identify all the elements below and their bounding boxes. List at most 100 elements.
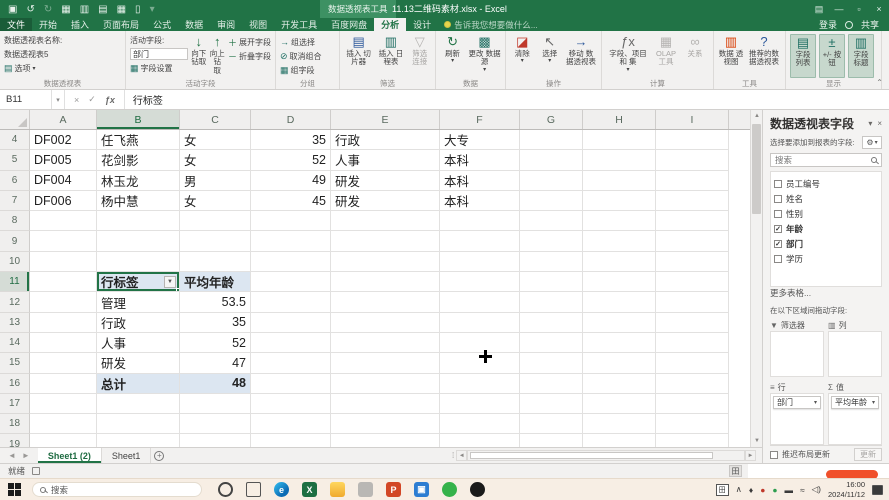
cell-G12[interactable] bbox=[520, 292, 583, 312]
cell-E4[interactable]: 行政 bbox=[331, 130, 440, 150]
cell-B19[interactable] bbox=[97, 434, 180, 447]
cortana-taskbar-icon[interactable] bbox=[218, 482, 233, 497]
pane-close-icon[interactable]: × bbox=[877, 119, 882, 128]
filter-connections-button[interactable]: ▽ 筛选 连接 bbox=[409, 34, 431, 78]
cell-I13[interactable] bbox=[656, 313, 729, 333]
cell-D15[interactable] bbox=[251, 353, 331, 373]
cell-A8[interactable] bbox=[30, 211, 97, 231]
cell-D10[interactable] bbox=[251, 252, 331, 272]
tab-分析[interactable]: 分析 bbox=[374, 18, 406, 31]
update-button[interactable]: 更新 bbox=[854, 448, 882, 461]
cell-G11[interactable] bbox=[520, 272, 583, 292]
row-header-11[interactable]: 11 bbox=[0, 272, 30, 292]
row-header-8[interactable]: 8 bbox=[0, 211, 30, 231]
cell-I8[interactable] bbox=[656, 211, 729, 231]
pane-options-icon[interactable]: ▾ bbox=[868, 119, 872, 128]
field-item-性别[interactable]: 性别 bbox=[774, 206, 879, 221]
cell-G18[interactable] bbox=[520, 414, 583, 434]
cell-H13[interactable] bbox=[583, 313, 656, 333]
ribbon-options-icon[interactable]: ▤ bbox=[809, 0, 829, 18]
cell-E13[interactable] bbox=[331, 313, 440, 333]
cell-G17[interactable] bbox=[520, 394, 583, 414]
cell-H16[interactable] bbox=[583, 374, 656, 394]
cell-F10[interactable] bbox=[440, 252, 520, 272]
clock[interactable]: 16:00 2024/11/12 bbox=[828, 480, 865, 499]
tray-app-icon[interactable]: ● bbox=[760, 485, 765, 495]
tab-开发工具[interactable]: 开发工具 bbox=[274, 18, 324, 31]
notification-center-icon[interactable] bbox=[872, 485, 883, 495]
cell-G16[interactable] bbox=[520, 374, 583, 394]
group-field-button[interactable]: ▦ 组字段 bbox=[280, 64, 322, 76]
cell-B4[interactable]: 任飞燕 bbox=[97, 130, 180, 150]
chat-taskbar-icon[interactable] bbox=[358, 482, 373, 497]
column-header-F[interactable]: F bbox=[440, 110, 520, 129]
field-item-姓名[interactable]: 姓名 bbox=[774, 191, 879, 206]
cell-B17[interactable] bbox=[97, 394, 180, 414]
clear-button[interactable]: ◪ 清除 ▾ bbox=[510, 34, 534, 78]
cell-D9[interactable] bbox=[251, 231, 331, 251]
row-header-17[interactable]: 17 bbox=[0, 394, 30, 414]
field-search-box[interactable] bbox=[770, 153, 882, 168]
cell-E18[interactable] bbox=[331, 414, 440, 434]
wechat-taskbar-icon[interactable] bbox=[442, 482, 457, 497]
tab-设计[interactable]: 设计 bbox=[406, 18, 438, 31]
values-zone[interactable]: Σ值 平均年龄 ▾ bbox=[828, 381, 882, 445]
field-list-toggle[interactable]: ▤ 字段 列表 bbox=[790, 34, 816, 78]
cell-E7[interactable]: 研发 bbox=[331, 191, 440, 211]
insert-slicer-button[interactable]: ▤ 插入 切片器 bbox=[344, 34, 373, 78]
cell-H4[interactable] bbox=[583, 130, 656, 150]
field-item-年龄[interactable]: ✓年龄 bbox=[774, 221, 879, 236]
cell-E8[interactable] bbox=[331, 211, 440, 231]
field-item-员工编号[interactable]: 员工编号 bbox=[774, 176, 879, 191]
field-settings-button[interactable]: ▦ 字段设置 bbox=[130, 62, 188, 74]
tools-dropdown[interactable]: ⚙ ▾ bbox=[862, 136, 882, 149]
cell-A6[interactable]: DF004 bbox=[30, 171, 97, 191]
cell-I10[interactable] bbox=[656, 252, 729, 272]
plus-minus-buttons-toggle[interactable]: ± +/- 按钮 bbox=[819, 34, 845, 78]
tab-开始[interactable]: 开始 bbox=[32, 18, 64, 31]
restore-button[interactable]: ▫ bbox=[849, 0, 869, 18]
cell-E5[interactable]: 人事 bbox=[331, 150, 440, 170]
cell-D6[interactable]: 49 bbox=[251, 171, 331, 191]
volume-icon[interactable]: ◁) bbox=[812, 484, 821, 495]
cell-B16[interactable]: 总计 bbox=[97, 374, 180, 394]
preview-icon[interactable]: ▥ bbox=[80, 4, 89, 15]
chart-icon[interactable]: ▦ bbox=[117, 4, 126, 15]
row-header-15[interactable]: 15 bbox=[0, 353, 30, 373]
new-sheet-button[interactable]: + bbox=[151, 448, 167, 463]
row-header-5[interactable]: 5 bbox=[0, 150, 30, 170]
cell-I12[interactable] bbox=[656, 292, 729, 312]
cell-C9[interactable] bbox=[180, 231, 251, 251]
more-tables-link[interactable]: 更多表格... bbox=[770, 287, 882, 300]
cell-G8[interactable] bbox=[520, 211, 583, 231]
cell-A5[interactable]: DF005 bbox=[30, 150, 97, 170]
cell-G10[interactable] bbox=[520, 252, 583, 272]
cell-F5[interactable]: 本科 bbox=[440, 150, 520, 170]
cell-I5[interactable] bbox=[656, 150, 729, 170]
cell-A9[interactable] bbox=[30, 231, 97, 251]
cell-A11[interactable] bbox=[30, 272, 97, 292]
tab-百度网盘[interactable]: 百度网盘 bbox=[324, 18, 374, 31]
cell-H14[interactable] bbox=[583, 333, 656, 353]
start-button[interactable] bbox=[8, 483, 22, 497]
edge-taskbar-icon[interactable]: e bbox=[274, 482, 289, 497]
expand-field-button[interactable]: ＋ 展开字段 bbox=[228, 36, 271, 48]
change-data-source-button[interactable]: ▩ 更改 数据源 ▾ bbox=[468, 34, 501, 78]
cell-B8[interactable] bbox=[97, 211, 180, 231]
taskview-taskbar-icon[interactable] bbox=[246, 482, 261, 497]
sheet-tab-Sheet1-(2)[interactable]: Sheet1 (2) bbox=[38, 448, 102, 463]
cell-C10[interactable] bbox=[180, 252, 251, 272]
cell-F12[interactable] bbox=[440, 292, 520, 312]
cell-H10[interactable] bbox=[583, 252, 656, 272]
cell-I14[interactable] bbox=[656, 333, 729, 353]
row-header-13[interactable]: 13 bbox=[0, 313, 30, 333]
row-header-9[interactable]: 9 bbox=[0, 231, 30, 251]
cell-H8[interactable] bbox=[583, 211, 656, 231]
vertical-scroll-thumb[interactable] bbox=[752, 124, 761, 214]
column-header-D[interactable]: D bbox=[251, 110, 331, 129]
cell-B15[interactable]: 研发 bbox=[97, 353, 180, 373]
cell-C14[interactable]: 52 bbox=[180, 333, 251, 353]
cell-C15[interactable]: 47 bbox=[180, 353, 251, 373]
cell-F18[interactable] bbox=[440, 414, 520, 434]
select-all-corner[interactable] bbox=[0, 110, 30, 129]
